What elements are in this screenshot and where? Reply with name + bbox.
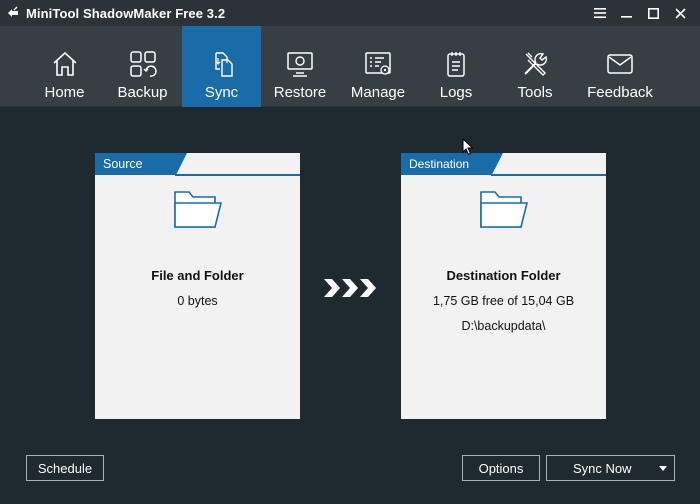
schedule-button[interactable]: Schedule bbox=[26, 455, 104, 481]
options-button[interactable]: Options bbox=[462, 455, 540, 481]
title-bar: MiniTool ShadowMaker Free 3.2 bbox=[0, 0, 700, 26]
logs-icon bbox=[442, 48, 470, 80]
app-logo-icon bbox=[0, 0, 26, 26]
nav-item-restore[interactable]: Restore bbox=[262, 26, 338, 107]
destination-tab: Destination bbox=[401, 153, 503, 175]
folder-icon bbox=[95, 187, 300, 231]
destination-card[interactable]: Destination Destination Folder 1,75 GB f… bbox=[401, 153, 606, 419]
minimize-icon[interactable] bbox=[613, 0, 640, 26]
source-tab: Source bbox=[95, 153, 187, 175]
nav-item-manage[interactable]: Manage bbox=[341, 26, 415, 107]
app-title: MiniTool ShadowMaker Free 3.2 bbox=[26, 5, 226, 21]
backup-icon bbox=[129, 48, 157, 80]
main-navigation: Home Backup Sync Restore Manage Logs Too… bbox=[0, 26, 700, 107]
close-icon[interactable] bbox=[667, 0, 694, 26]
nav-item-home[interactable]: Home bbox=[27, 26, 102, 107]
destination-tab-line bbox=[491, 174, 606, 176]
source-card[interactable]: Source File and Folder 0 bytes bbox=[95, 153, 300, 419]
home-icon bbox=[51, 48, 79, 80]
sync-direction-arrows bbox=[322, 277, 380, 299]
sync-now-label: Sync Now bbox=[573, 460, 632, 476]
nav-item-feedback[interactable]: Feedback bbox=[580, 26, 660, 107]
source-title: File and Folder bbox=[151, 268, 244, 283]
mouse-cursor-icon bbox=[462, 137, 474, 161]
restore-icon bbox=[286, 48, 314, 80]
tools-icon bbox=[521, 48, 549, 80]
maximize-icon[interactable] bbox=[640, 0, 667, 26]
sync-now-button[interactable]: Sync Now bbox=[546, 455, 675, 481]
nav-item-sync[interactable]: Sync bbox=[182, 26, 261, 107]
nav-item-tools[interactable]: Tools bbox=[497, 26, 573, 107]
hamburger-icon[interactable] bbox=[586, 0, 613, 26]
chevron-down-icon[interactable] bbox=[652, 456, 674, 480]
source-size: 0 bytes bbox=[177, 294, 218, 308]
destination-title: Destination Folder bbox=[446, 268, 561, 283]
destination-free-space: 1,75 GB free of 15,04 GB bbox=[432, 294, 575, 308]
feedback-icon bbox=[606, 48, 634, 80]
source-tab-line bbox=[175, 174, 300, 176]
nav-item-logs[interactable]: Logs bbox=[420, 26, 492, 107]
folder-icon bbox=[401, 187, 606, 231]
window-controls bbox=[586, 0, 694, 26]
sync-icon bbox=[208, 48, 236, 80]
destination-path: D:\backupdata\ bbox=[461, 319, 546, 333]
nav-item-backup[interactable]: Backup bbox=[104, 26, 181, 107]
manage-icon bbox=[364, 48, 392, 80]
